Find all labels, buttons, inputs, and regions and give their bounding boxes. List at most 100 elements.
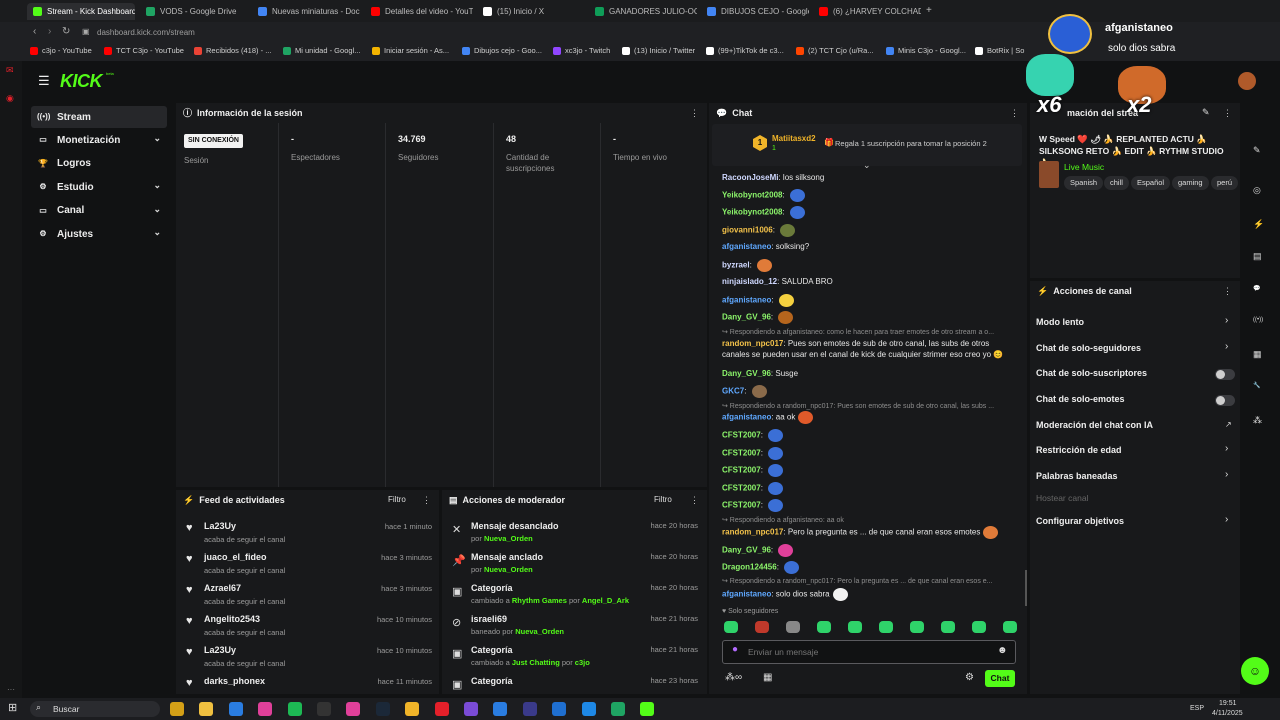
feed-filter-button[interactable]: Filtro <box>388 495 406 504</box>
tag-chip[interactable]: chill <box>1104 176 1129 190</box>
points-icon[interactable]: ⁂∞ <box>725 673 742 683</box>
taskbar-app-icon[interactable] <box>464 702 478 716</box>
emote-icon[interactable] <box>778 311 794 324</box>
category-name[interactable]: Live Music <box>1064 162 1104 172</box>
bookmark-7[interactable]: (13) Inicio / Twitter <box>622 46 695 55</box>
taskbar-search[interactable] <box>30 701 160 717</box>
mod-detail-highlight[interactable]: Nueva_Orden <box>515 627 564 636</box>
chat-username[interactable]: Dany_GV_96 <box>722 369 771 378</box>
emote-icon[interactable] <box>941 621 955 633</box>
mod-action-title[interactable]: Categoría <box>471 676 513 686</box>
channel-action-2[interactable]: Chat de solo-suscriptores <box>1036 368 1147 378</box>
mod-detail-highlight[interactable]: Nueva_Orden <box>484 534 533 543</box>
external-link-icon[interactable]: ↗ <box>1225 420 1232 429</box>
new-tab-icon[interactable]: + <box>926 6 932 16</box>
chat-kebab-icon[interactable]: ⋮ <box>1010 108 1019 119</box>
emote-icon[interactable] <box>768 447 784 460</box>
mod-action-title[interactable]: Categoría <box>471 645 513 655</box>
channel-action-3[interactable]: Chat de solo-emotes <box>1036 394 1125 404</box>
forward-icon[interactable]: › <box>48 27 51 37</box>
tab-1[interactable]: VODS - Google Drive <box>140 3 248 20</box>
mod-action-title[interactable]: israeli69 <box>471 614 507 624</box>
emote-icon[interactable] <box>755 621 769 633</box>
mod-action-title[interactable]: Categoría <box>471 583 513 593</box>
bookmark-5[interactable]: Dibujos cejo - Goo... <box>462 46 542 55</box>
tab-2[interactable]: Nuevas miniaturas - Doc <box>252 3 360 20</box>
back-icon[interactable]: ‹ <box>33 27 36 37</box>
chevron-right-icon[interactable]: › <box>1225 341 1228 352</box>
chat-username[interactable]: CFST2007 <box>722 466 761 475</box>
sidebar-item-monetización[interactable]: ▭ Monetización ⌄ <box>31 129 167 151</box>
emote-icon[interactable] <box>972 621 986 633</box>
tab-6[interactable]: DIBUJOS CEJO - Google <box>701 3 809 20</box>
tag-chip[interactable]: perú <box>1211 176 1239 190</box>
bookmark-10[interactable]: Minis C3jo - Googl... <box>886 46 966 55</box>
channel-action-4[interactable]: Moderación del chat con IA <box>1036 420 1153 430</box>
taskbar-app-icon[interactable] <box>405 702 420 716</box>
emote-icon[interactable] <box>789 206 805 219</box>
taskbar-time[interactable]: 19:51 <box>1219 700 1237 707</box>
emoji-icon[interactable]: ☻ <box>997 646 1008 656</box>
bookmark-1[interactable]: TCT C3jo - YouTube <box>104 46 184 55</box>
emote-icon[interactable] <box>832 588 848 601</box>
taskbar-app-icon[interactable] <box>346 702 361 716</box>
tag-chip[interactable]: Español <box>1131 176 1171 190</box>
tab-0[interactable]: Stream - Kick Dashboard× <box>27 3 135 20</box>
emote-icon[interactable] <box>778 544 794 557</box>
chat-username[interactable]: afganistaneo <box>722 242 771 251</box>
taskbar-app-icon[interactable] <box>434 702 449 716</box>
feed-username[interactable]: juaco_el_fideo <box>204 552 267 562</box>
emote-icon[interactable] <box>724 621 738 633</box>
chat-settings-icon[interactable]: ⚙ <box>965 673 974 683</box>
layout-icon[interactable]: ▦ <box>1253 349 1262 360</box>
chat-username[interactable]: afganistaneo <box>722 413 771 422</box>
channel-action-0[interactable]: Modo lento <box>1036 317 1084 327</box>
toggle-switch[interactable] <box>1215 395 1235 406</box>
edit-icon[interactable]: ✎ <box>1253 145 1261 156</box>
taskbar-app-icon[interactable] <box>552 702 567 716</box>
emote-icon[interactable] <box>879 621 893 633</box>
mod-detail-highlight[interactable]: Nueva_Orden <box>484 565 533 574</box>
bookmark-2[interactable]: Recibidos (418) - ... <box>194 46 271 55</box>
moderator-filter-button[interactable]: Filtro <box>654 495 672 504</box>
taskbar-date[interactable]: 4/11/2025 <box>1212 710 1243 717</box>
sidebar-item-logros[interactable]: 🏆 Logros <box>31 153 167 175</box>
taskbar-app-icon[interactable] <box>522 702 537 716</box>
record-icon[interactable]: ◎ <box>1253 185 1261 196</box>
taskbar-app-icon[interactable] <box>581 702 596 716</box>
bookmark-3[interactable]: Mi unidad - Googl... <box>283 46 360 55</box>
emote-icon[interactable] <box>789 189 805 202</box>
chat-username[interactable]: giovanni1006 <box>722 226 773 235</box>
chat-username[interactable]: GKC7 <box>722 387 744 396</box>
mod-detail-highlight[interactable]: Just Chatting <box>512 658 560 667</box>
reload-icon[interactable]: ↻ <box>62 27 70 37</box>
emote-icon[interactable] <box>768 499 784 512</box>
session-kebab-icon[interactable]: ⋮ <box>690 108 699 119</box>
kick-logo[interactable]: KICK <box>60 71 103 92</box>
tag-chip[interactable]: gaming <box>1172 176 1209 190</box>
chevron-right-icon[interactable]: › <box>1225 514 1228 525</box>
pinned-user[interactable]: Matiitasxd2 <box>772 134 816 143</box>
feed-username[interactable]: Angelito2543 <box>204 614 260 624</box>
send-chat-button[interactable]: Chat <box>985 670 1015 687</box>
mod-detail-highlight[interactable]: Rhythm Games <box>512 596 567 605</box>
collapse-icon[interactable]: ⌄ <box>863 161 871 170</box>
mod-action-title[interactable]: Mensaje desanclado <box>471 521 559 531</box>
emote-icon[interactable] <box>778 294 794 307</box>
chat-username[interactable]: CFST2007 <box>722 484 761 493</box>
taskbar-app-icon[interactable] <box>493 702 508 716</box>
chat-username[interactable]: CFST2007 <box>722 431 761 440</box>
windows-start-icon[interactable]: ⊞ <box>8 703 17 714</box>
more-icon[interactable]: ··· <box>7 686 15 694</box>
chat-username[interactable]: CFST2007 <box>722 501 761 510</box>
chat-username[interactable]: byzrael <box>722 261 750 270</box>
bookmark-8[interactable]: (99+)TikTok de c3... <box>706 46 784 55</box>
bookmark-11[interactable]: BotRix | So <box>975 46 1024 55</box>
sidebar-item-stream[interactable]: ((•)) Stream <box>31 106 167 128</box>
emote-icon[interactable] <box>768 464 784 477</box>
gift-box-icon[interactable]: ▦ <box>763 673 772 683</box>
emote-icon[interactable] <box>910 621 924 633</box>
chat-username[interactable]: Yeikobynot2008 <box>722 208 782 217</box>
mod-detail-highlight[interactable]: c3jo <box>575 658 590 667</box>
feed-username[interactable]: La23Uy <box>204 521 236 531</box>
